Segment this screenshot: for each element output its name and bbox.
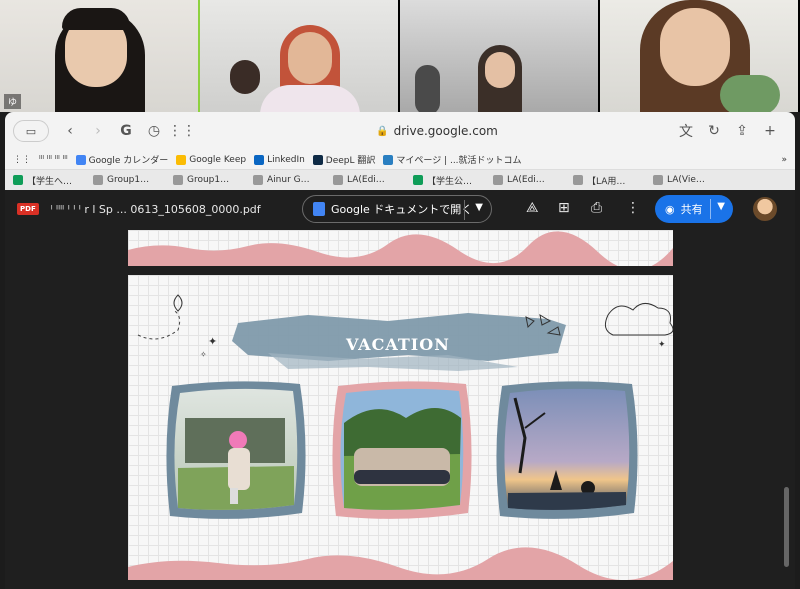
scrollbar-thumb[interactable] (784, 487, 789, 567)
vacation-slide: ✦ ✧ ✦ VACATION (128, 275, 673, 580)
vacation-photo-1 (166, 381, 306, 519)
google-icon (93, 175, 103, 185)
browser-tab[interactable]: LA(Edi… (329, 172, 405, 188)
add-comment-icon[interactable]: ⊞ (558, 200, 570, 216)
browser-tab[interactable]: LA(Vie… (649, 172, 725, 188)
google-icon (333, 175, 343, 185)
google-icon (173, 175, 183, 185)
open-with-docs-button[interactable]: Google ドキュメントで開く ▼ (302, 195, 492, 223)
bookmark-grid-icon[interactable]: ⋮⋮ (13, 155, 31, 165)
browser-window: ▭ ‹ › G ◷ ⋮⋮ 🔒 drive.google.com 文 ↻ ⇪ + … (5, 112, 795, 589)
globe-icon: ◉ (665, 202, 675, 216)
google-icon (573, 175, 583, 185)
apps-grid-icon[interactable]: ⋮⋮ (168, 120, 196, 142)
video-strip: ゆ (0, 0, 800, 112)
translate-icon[interactable]: 文 (675, 120, 697, 142)
tab-overview-icon[interactable]: ▭ (13, 120, 49, 142)
bookmark-item[interactable]: LinkedIn (254, 154, 305, 165)
share-button[interactable]: ◉ 共有 ▼ (655, 195, 733, 223)
avatar[interactable] (753, 197, 777, 221)
video-tile-1[interactable]: ゆ (0, 0, 200, 112)
google-g-icon[interactable]: G (115, 120, 137, 142)
pdf-viewer-bar: PDF ˡ ᴵᴵᴵᴵ ᴵ ᴵ ᴵ r l Sp ... 0613_105608_… (5, 190, 795, 228)
bookmark-item[interactable]: Google Keep (176, 154, 246, 165)
share-options-icon[interactable]: ▼ (717, 201, 725, 212)
forward-icon[interactable]: › (87, 120, 109, 142)
sheets-icon (13, 175, 23, 185)
browser-toolbar: ▭ ‹ › G ◷ ⋮⋮ 🔒 drive.google.com 文 ↻ ⇪ + (5, 112, 795, 150)
google-icon (653, 175, 663, 185)
reload-icon[interactable]: ↻ (703, 120, 725, 142)
file-name: ˡ ᴵᴵᴵᴵ ᴵ ᴵ ᴵ r l Sp ... 0613_105608_0000… (50, 202, 261, 216)
torn-edge-decoration (128, 231, 673, 266)
browser-tab[interactable]: Ainur G… (249, 172, 325, 188)
browser-tab[interactable]: 【学生へ… (9, 172, 85, 188)
history-icon[interactable]: ◷ (143, 120, 165, 142)
share-label: 共有 (680, 203, 703, 216)
pdf-icon: PDF (17, 203, 39, 215)
browser-tab[interactable]: 【学生公… (409, 172, 485, 188)
svg-text:✧: ✧ (200, 350, 207, 359)
bookmark-item[interactable]: マイページ | ...就活ドットコム (383, 153, 522, 166)
add-shortcut-icon[interactable]: ⟁ (526, 200, 539, 216)
open-with-docs-label: Google ドキュメントで開く (331, 203, 473, 216)
video-tile-4[interactable] (600, 0, 800, 112)
bookmark-item[interactable]: Google カレンダー (75, 153, 168, 166)
new-tab-icon[interactable]: + (759, 120, 781, 142)
sheets-icon (413, 175, 423, 185)
share-page-icon[interactable]: ⇪ (731, 120, 753, 142)
screen: ゆ ▭ ‹ › G ◷ ⋮⋮ 🔒 drive.google.com 文 ↻ ⇪ … (0, 0, 800, 589)
back-icon[interactable]: ‹ (59, 120, 81, 142)
browser-tab[interactable]: 【LA用… (569, 172, 645, 188)
vacation-photo-2 (332, 381, 472, 519)
keep-icon (176, 154, 187, 165)
tab-strip: 【学生へ… Group1… Group1… Ainur G… LA(Edi… 【… (5, 170, 795, 190)
more-options-icon[interactable]: ⋮ (626, 200, 640, 216)
vacation-photo-3 (496, 381, 638, 519)
participant-name: ゆ (4, 94, 22, 109)
browser-tab[interactable]: Group1… (169, 172, 245, 188)
svg-text:✦: ✦ (658, 340, 666, 350)
url-text: drive.google.com (393, 124, 498, 138)
more-bookmarks-icon[interactable]: » (781, 155, 787, 165)
shukatsu-icon (383, 154, 394, 165)
previous-slide (128, 230, 673, 266)
bookmark-item[interactable]: DeepL 翻訳 (312, 153, 375, 166)
video-tile-2[interactable] (200, 0, 400, 112)
google-icon (493, 175, 503, 185)
video-tile-3[interactable] (400, 0, 600, 112)
svg-text:✦: ✦ (208, 335, 217, 348)
browser-tab[interactable]: LA(Edi… (489, 172, 565, 188)
calendar-icon (75, 154, 86, 165)
bookmarks-bar: ⋮⋮ ᴵᴵᴵ ᴵᴵᴵ ᴵᴵᴵ ᴵᴵᴵ Google カレンダー Google K… (5, 150, 795, 170)
google-docs-icon (313, 202, 325, 216)
bookmark-misc-1[interactable]: ᴵᴵᴵ ᴵᴵᴵ ᴵᴵᴵ ᴵᴵᴵ (39, 155, 68, 165)
browser-tab[interactable]: Group1… (89, 172, 165, 188)
linkedin-icon (254, 154, 265, 165)
slide-title: VACATION (346, 335, 450, 354)
deepl-icon (312, 154, 323, 165)
print-icon[interactable]: ⎙ (591, 200, 602, 216)
lock-icon: 🔒 (376, 125, 389, 137)
google-icon (253, 175, 263, 185)
open-options-icon[interactable]: ▼ (475, 202, 483, 213)
address-bar[interactable]: 🔒 drive.google.com (199, 124, 675, 138)
